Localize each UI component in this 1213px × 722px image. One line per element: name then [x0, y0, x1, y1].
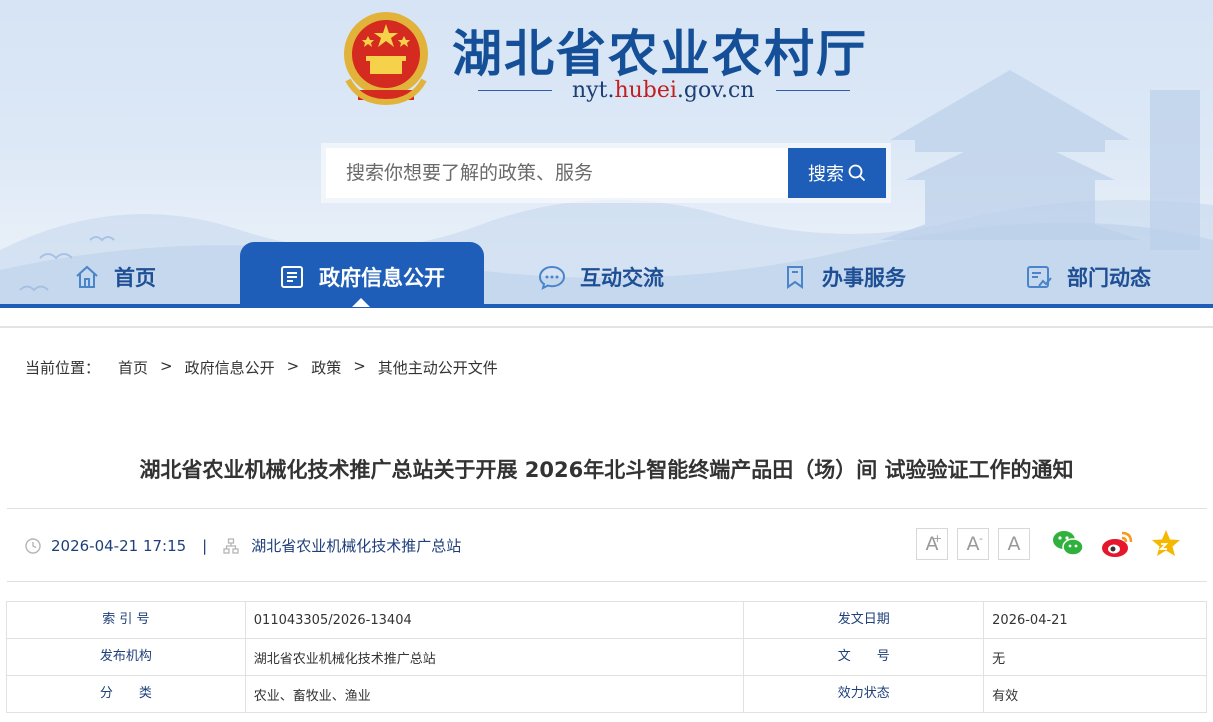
nav-label: 首页 [114, 266, 156, 290]
site-url-prefix: nyt. [572, 78, 615, 103]
issue-date-value: 2026-04-21 [983, 601, 1207, 639]
breadcrumb-item-policy[interactable]: 政策 [311, 357, 341, 378]
breadcrumb-item-home[interactable]: 首页 [118, 357, 148, 378]
document-number-value: 无 [983, 638, 1207, 676]
validity-status-label: 效力状态 [743, 675, 985, 713]
article-source: 湖北省农业机械化技术推广总站 [251, 537, 462, 555]
site-url: nyt.hubei.gov.cn [572, 78, 755, 103]
font-increase-button[interactable]: A + [916, 528, 948, 560]
meta-divider-bottom [7, 581, 1207, 582]
validity-status-value: 有效 [983, 675, 1207, 713]
issue-date-label: 发文日期 [743, 601, 985, 639]
national-emblem-icon [340, 10, 432, 106]
site-title: 湖北省农业农村厅 [452, 24, 868, 83]
meta-separator: | [202, 536, 208, 555]
table-row: 分 类 农业、畜牧业、渔业 效力状态 有效 [6, 675, 1207, 713]
breadcrumb-lead: 当前位置： [25, 359, 101, 377]
breadcrumb-separator: > [160, 357, 173, 375]
main-nav: 首页 政府信息公开 互动交流 办事服务 部门动态 [0, 242, 1213, 306]
favorite-star-icon[interactable] [1149, 527, 1183, 561]
nav-label: 政府信息公开 [319, 266, 445, 290]
publisher-label: 发布机构 [6, 638, 246, 676]
font-decrease-button[interactable]: A- [957, 528, 989, 560]
category-value: 农业、畜牧业、渔业 [244, 675, 745, 713]
font-decrease-mark: - [979, 532, 983, 545]
site-header: 湖北省农业农村厅 nyt.hubei.gov.cn 搜索 首页 [0, 0, 1213, 308]
category-label: 分 类 [6, 675, 246, 713]
nav-item-home[interactable]: 首页 [74, 242, 156, 306]
url-divider-left [478, 90, 552, 91]
breadcrumb-separator: > [286, 357, 300, 375]
nav-item-government-info[interactable]: 政府信息公开 [240, 242, 484, 306]
document-number-label: 文 号 [743, 638, 985, 676]
font-decrease-letter: A [966, 533, 980, 555]
publish-datetime: 2026-04-21 17:15 [51, 536, 187, 555]
article-title: 湖北省农业机械化技术推广总站关于开展 2026年北斗智能终端产品田（场）间 试验… [139, 458, 1074, 482]
table-row: 发布机构 湖北省农业机械化技术推广总站 文 号 无 [6, 638, 1207, 676]
nav-bottom-bar [0, 304, 1213, 308]
bookmark-icon [787, 266, 803, 289]
search-input[interactable] [326, 148, 788, 198]
url-divider-right [776, 90, 850, 91]
nav-item-interaction[interactable]: 互动交流 [538, 242, 664, 306]
search-bar: 搜索 [321, 143, 891, 203]
nav-label: 互动交流 [580, 266, 664, 290]
site-url-suffix: .gov.cn [676, 78, 755, 103]
wechat-icon[interactable] [1051, 527, 1085, 561]
font-increase-mark: + [932, 532, 942, 545]
document-list-icon [281, 266, 303, 288]
index-number-label: 索 引 号 [6, 601, 246, 639]
nav-item-services[interactable]: 办事服务 [782, 242, 906, 306]
home-icon [76, 265, 98, 288]
active-tab-indicator [352, 298, 370, 307]
table-row: 索 引 号 011043305/2026-13404 发文日期 2026-04-… [6, 601, 1207, 639]
document-info-table: 索 引 号 011043305/2026-13404 发文日期 2026-04-… [6, 601, 1207, 713]
header-divider [0, 326, 1213, 328]
search-button[interactable]: 搜索 [788, 148, 886, 198]
nav-item-news[interactable]: 部门动态 [1025, 242, 1151, 306]
report-chart-icon [1027, 266, 1052, 288]
search-icon [848, 164, 866, 182]
font-default-letter: A [1007, 533, 1021, 555]
publisher-value: 湖北省农业机械化技术推广总站 [244, 638, 745, 676]
index-number-value: 011043305/2026-13404 [244, 601, 745, 639]
font-size-controls: A + A- A [916, 528, 1030, 560]
breadcrumb-separator: > [353, 357, 366, 375]
clock-icon [25, 537, 41, 554]
breadcrumb: 当前位置： 首页 > 政府信息公开 > 政策 > 其他主动公开文件 [25, 357, 498, 378]
weibo-icon[interactable] [1100, 527, 1134, 561]
site-url-highlight: hubei [614, 78, 677, 103]
font-default-button[interactable]: A [998, 528, 1030, 560]
article-meta: 2026-04-21 17:15 | 湖北省农业机械化技术推广总站 [25, 535, 461, 556]
search-button-label: 搜索 [808, 164, 844, 185]
breadcrumb-item-government-info[interactable]: 政府信息公开 [185, 357, 275, 378]
share-buttons [1051, 527, 1183, 561]
meta-divider-top [7, 508, 1207, 509]
chat-bubble-icon [538, 265, 566, 290]
breadcrumb-item-other-files[interactable]: 其他主动公开文件 [378, 357, 498, 378]
organization-icon [223, 537, 239, 554]
nav-label: 办事服务 [822, 266, 906, 290]
nav-label: 部门动态 [1067, 266, 1151, 290]
